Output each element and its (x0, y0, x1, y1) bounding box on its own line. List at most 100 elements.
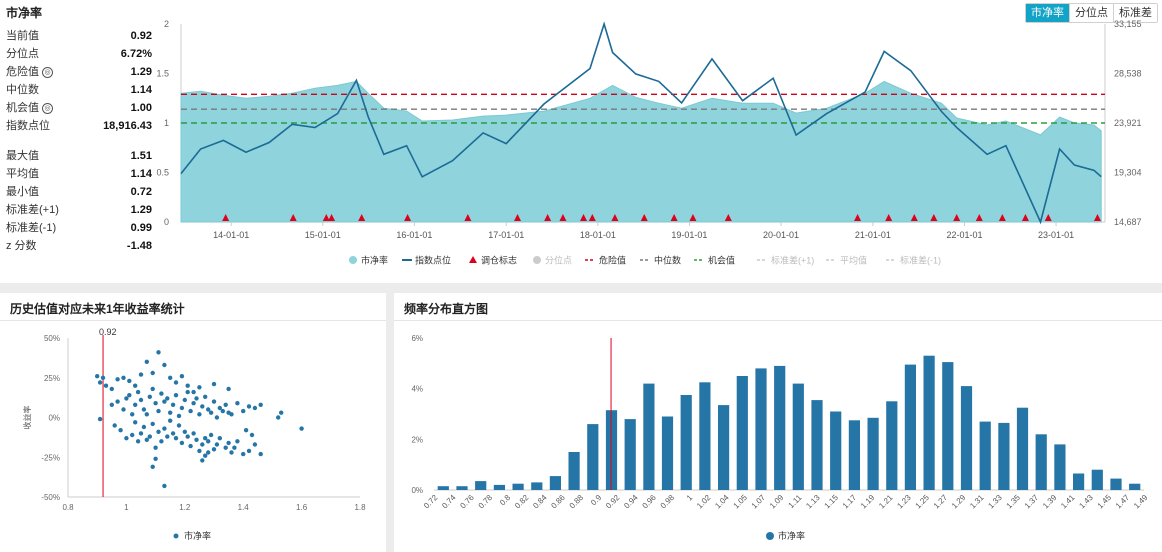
y-tick-label: 6% (411, 334, 423, 343)
scatter-point (235, 439, 240, 444)
x-tick-label: 0.82 (513, 493, 531, 511)
scatter-point (229, 450, 234, 455)
section-divider (0, 283, 1162, 293)
scatter-point (109, 402, 115, 407)
x-tick-label: 0.94 (622, 493, 640, 511)
legend-label[interactable]: 中位数 (654, 255, 681, 266)
y-axis-label: 收益率 (22, 406, 32, 430)
histogram-bar (960, 386, 973, 490)
x-tick-label: 0.98 (659, 493, 677, 511)
scatter-point (200, 442, 205, 447)
x-tick-label: 1.11 (787, 493, 804, 510)
scatter-point (159, 391, 164, 396)
x-tick-label: 18-01-01 (580, 230, 616, 240)
scatter-point (124, 436, 129, 441)
histogram-bar (680, 395, 692, 490)
scatter-point (197, 385, 202, 390)
x-tick-label: 1.6 (296, 503, 308, 512)
y-tick-label: -50% (41, 493, 60, 502)
scatter-point (144, 437, 149, 442)
x-tick-label: 0.84 (531, 493, 549, 511)
histogram-bar (1110, 478, 1122, 490)
current-value-label: 0.92 (99, 327, 117, 337)
histogram-bar (830, 411, 842, 490)
x-tick-label: 0.9 (589, 493, 604, 508)
scatter-point (182, 429, 187, 434)
x-tick-label: 22-01-01 (946, 230, 982, 240)
scatter-point (130, 432, 135, 438)
x-tick-label: 1.49 (1132, 493, 1150, 511)
scatter-point (252, 442, 258, 447)
scatter-point (127, 378, 132, 384)
x-tick-label: 0.78 (477, 493, 495, 511)
legend-label[interactable]: 危险值 (599, 255, 626, 266)
x-tick-label: 1.15 (823, 493, 841, 511)
histogram-bar (718, 405, 730, 490)
scatter-point (191, 431, 196, 436)
legend-label[interactable]: 标准差(+1) (771, 255, 814, 266)
x-tick-label: 0.86 (549, 493, 567, 511)
histogram-bar (1016, 407, 1029, 490)
scatter-point (299, 426, 304, 431)
scatter-point (165, 396, 170, 401)
frequency-histogram[interactable]: 6%4%2%0%0.72 0.74 0.76 0.78 0.8 0.82 0.84 0.86 0… (394, 321, 1162, 552)
scatter-point (194, 396, 199, 401)
scatter-point (220, 408, 225, 414)
right-tick-label: 28,538 (1114, 69, 1142, 79)
scatter-point (258, 451, 263, 457)
legend-label[interactable]: 标准差(-1) (900, 255, 941, 266)
scatter-point (182, 397, 187, 403)
histogram-bar (904, 364, 916, 490)
histogram-bar (942, 362, 954, 490)
scatter-point (162, 483, 167, 489)
x-tick-label: 1.09 (768, 493, 786, 511)
scatter-point (246, 448, 252, 454)
x-tick-label: 1.04 (713, 493, 731, 511)
histogram-bar (624, 419, 636, 490)
return-scatter-chart[interactable]: 50% 25% 0% -25% -50%0.8 1 1.2 1.4 1.6 1.8 收益率 0.92 市… (0, 321, 386, 552)
x-tick-label: 0.72 (422, 493, 440, 511)
left-tick-label: 1.5 (156, 69, 169, 79)
histogram-bar (549, 476, 561, 490)
scatter-point (118, 428, 123, 433)
x-tick-label: 1 (685, 493, 695, 503)
x-tick-label: 1.27 (932, 493, 950, 511)
main-pb-chart[interactable]: 0 0.5 1 1.5 2 14,687 19,304 23,921 28,538 33,155 1… (0, 0, 1162, 283)
scatter-point (241, 408, 246, 414)
histogram-bar (493, 484, 505, 490)
legend-label: 市净率 (778, 530, 805, 541)
legend-label[interactable]: 市净率 (361, 255, 388, 266)
legend-label[interactable]: 机会值 (708, 255, 735, 266)
scatter-point (153, 401, 158, 406)
scatter-point (194, 437, 199, 442)
x-tick-label: 1.43 (1077, 493, 1095, 511)
x-tick-label: 20-01-01 (763, 230, 799, 240)
histogram-bar (848, 420, 860, 490)
x-tick-label: 1.37 (1023, 493, 1041, 511)
scatter-point (135, 439, 141, 444)
scatter-point (109, 386, 115, 392)
scatter-point (246, 404, 252, 409)
histogram-bar (643, 383, 655, 490)
scatter-point (159, 439, 164, 444)
legend-label[interactable]: 平均值 (840, 255, 867, 266)
legend-label[interactable]: 分位点 (545, 255, 572, 266)
scatter-point (127, 393, 132, 398)
x-tick-label: 17-01-01 (488, 230, 524, 240)
scatter-point (197, 412, 202, 417)
scatter-point (206, 439, 211, 444)
scatter-point (211, 447, 217, 452)
scatter-point (223, 402, 228, 407)
legend-label[interactable]: 调仓标志 (481, 255, 517, 266)
legend-label[interactable]: 指数点位 (415, 255, 451, 266)
scatter-point (103, 383, 109, 388)
histogram-bar (699, 382, 711, 490)
scatter-point (97, 416, 103, 422)
scatter-point (133, 383, 138, 388)
scatter-point (156, 408, 161, 414)
scatter-point (226, 440, 231, 446)
scatter-point (173, 380, 179, 385)
x-tick-label: 1.2 (179, 503, 191, 512)
scatter-point (188, 408, 193, 414)
scatter-point (249, 432, 255, 438)
